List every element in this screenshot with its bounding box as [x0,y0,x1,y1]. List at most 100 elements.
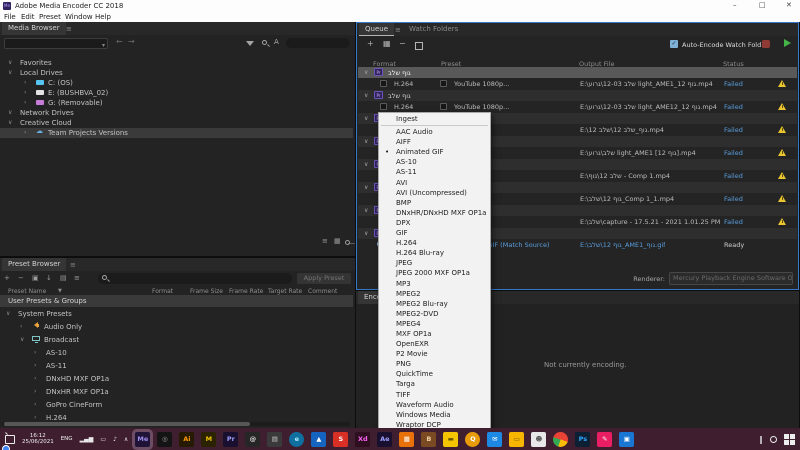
queue-source-row[interactable]: ∨ Pr גוף שלב [358,90,797,101]
chevron-down-icon[interactable]: ∨ [20,336,24,343]
chevron-right-icon[interactable]: › [20,323,22,330]
tray-icon[interactable]: ♪ [113,436,117,443]
format-menu-item[interactable]: BMP [379,198,490,208]
tab-preset-browser[interactable]: Preset Browser [2,258,67,271]
taskbar-app-after-effects[interactable]: Ae [377,431,393,447]
panel-menu-icon[interactable]: ≡ [395,26,401,34]
media-tree-item[interactable]: › G: (Removable) [0,98,353,108]
chevron-right-icon[interactable]: › [34,349,36,356]
menu-help[interactable]: Help [95,13,111,21]
chevron-right-icon[interactable]: › [24,129,26,136]
status-cell[interactable]: Failed [724,80,743,88]
tab-queue[interactable]: Queue [359,23,394,36]
preset-row[interactable]: › AS-11 [0,360,353,372]
format-menu-item[interactable]: JPEG 2000 MXF OP1a [379,268,490,278]
format-menu-item[interactable]: MXF OP1a [379,329,490,339]
output-file-cell[interactable]: E:\גוף_שלב 12\שלב 12.mp4 [580,126,664,134]
tab-media-browser[interactable]: Media Browser [2,22,66,35]
renderer-combo[interactable]: Mercury Playback Engine Software Only [669,272,793,285]
add-output-icon[interactable]: ▦ [383,39,391,48]
menu-preset[interactable]: Preset [39,13,61,21]
format-menu-item[interactable]: MPEG2 [379,289,490,299]
task-view-icon[interactable]: ‖ [759,435,763,444]
media-tree-item[interactable]: › C: (OS) [0,78,353,88]
menu-edit[interactable]: Edit [21,13,35,21]
create-preset-icon[interactable]: + [4,274,10,282]
format-menu-item[interactable]: Windows Media [379,410,490,420]
format-menu-item[interactable]: DNxHR/DNxHD MXF OP1a [379,208,490,218]
menu-file[interactable]: File [4,13,16,21]
output-file-cell[interactable]: E:\שלב\גרוע light_AME1 [גוף 12].mp4 [580,149,696,157]
format-menu-item[interactable]: H.264 Blu-ray [379,248,490,258]
preset-search-field[interactable] [98,273,292,284]
output-file-cell[interactable]: E:\גוף 12\שלב_Comp 1_1.mp4 [580,195,674,203]
taskbar-app-paint-app[interactable]: ✎ [597,431,613,447]
search-icon[interactable] [770,436,777,443]
media-location-combo[interactable]: ▾ [4,38,108,49]
format-menu-item[interactable]: OpenEXR [379,339,490,349]
taskbar-app-file-explorer[interactable]: ▭ [509,431,525,447]
taskbar-app-dark-app[interactable]: @ [245,431,261,447]
minimize-button[interactable]: – [733,1,737,9]
output-file-cell[interactable]: E:\שלב 12-03\גרוע light_AME12_גוף 12.mp4 [580,103,717,111]
format-menu-item[interactable]: AS-10 [379,157,490,167]
chevron-down-icon[interactable]: ∨ [364,138,368,145]
media-tree-item[interactable]: ∨ Favorites [0,58,353,68]
back-icon[interactable]: ← [116,37,123,46]
queue-output-row[interactable]: H.264 YouTube 1080p... E:\שלב 12-03\גרוע l… [358,101,797,112]
chevron-down-icon[interactable]: ∨ [8,119,12,126]
preset-row[interactable]: › AS-10 [0,347,353,359]
thumbnail-view-icon[interactable]: ▦ [334,237,341,245]
start-button[interactable] [784,433,795,445]
format-menu-item[interactable]: AIFF [379,137,490,147]
action-center-icon[interactable] [5,434,15,444]
search-icon[interactable] [262,40,267,45]
panel-menu-icon[interactable]: ≡ [70,261,76,269]
chevron-down-icon[interactable]: ∨ [364,184,368,191]
output-file-cell[interactable]: E:\שלב\capture - 17.5.21 - 2021 1.01.25 … [580,218,720,226]
chevron-down-icon[interactable]: ∨ [6,310,10,317]
preset-cell[interactable]: YouTube 1080p... [454,103,509,111]
taskbar-app-red-s-app[interactable]: S [333,431,349,447]
output-file-cell[interactable]: E:\גוף 12\שלב_AME1_גוף.gif [580,241,665,249]
preset-checkbox[interactable] [440,80,447,87]
stop-queue-button[interactable] [762,40,770,48]
status-cell[interactable]: Failed [724,172,743,180]
start-queue-button[interactable] [784,39,791,47]
preset-row[interactable]: › Audio Only [0,321,353,333]
apply-preset-button[interactable]: Apply Preset [297,273,351,284]
language-indicator[interactable]: ENG [61,436,73,442]
column-header[interactable]: Frame Rate [229,288,263,295]
scrollbar-thumb[interactable] [4,422,250,426]
add-source-icon[interactable]: + [367,39,374,48]
delete-preset-icon[interactable]: − [18,274,24,282]
taskbar-app-orange-search-app[interactable]: Q [465,431,481,447]
taskbar-app-illustrator[interactable]: Ai [179,431,195,447]
media-tree-item[interactable]: › E: (BUSHBVA_02) [0,88,353,98]
duplicate-icon[interactable] [415,42,423,50]
taskbar-app-chrome[interactable] [553,431,569,447]
format-menu-item[interactable]: DPX [379,218,490,228]
output-file-cell[interactable]: E:\שלב 12\גוף - Comp 1.mp4 [580,172,670,180]
status-cell[interactable]: Failed [724,103,743,111]
taskbar-app-media-encoder[interactable]: Me [135,431,151,447]
format-menu-item[interactable]: QuickTime [379,369,490,379]
menu-window[interactable]: Window [65,13,93,21]
remove-icon[interactable]: − [399,39,406,48]
tab-watch-folders[interactable]: Watch Folders [403,23,464,36]
format-menu-item[interactable]: MPEG2-DVD [379,309,490,319]
preset-row[interactable]: User Presets & Groups [0,295,353,307]
taskbar-app-window-app[interactable]: ▤ [267,431,283,447]
taskbar-app-orange-grid-app[interactable]: ▦ [399,431,415,447]
output-checkbox[interactable] [380,80,387,87]
chevron-right-icon[interactable]: › [34,362,36,369]
chevron-right-icon[interactable]: › [34,388,36,395]
taskbar-app-premiere-pro[interactable]: Pr [223,431,239,447]
taskbar-app-blue-app[interactable]: ▣ [619,431,635,447]
status-cell[interactable]: Failed [724,126,743,134]
tray-icon[interactable]: ▭ [100,436,106,443]
output-file-cell[interactable]: E:\שלב 12-03\גרוע light_AME1_גוף 12.mp4 [580,80,713,88]
horizontal-scrollbar[interactable] [2,422,350,426]
media-search-input[interactable] [286,38,350,48]
chevron-down-icon[interactable]: ∨ [364,92,368,99]
